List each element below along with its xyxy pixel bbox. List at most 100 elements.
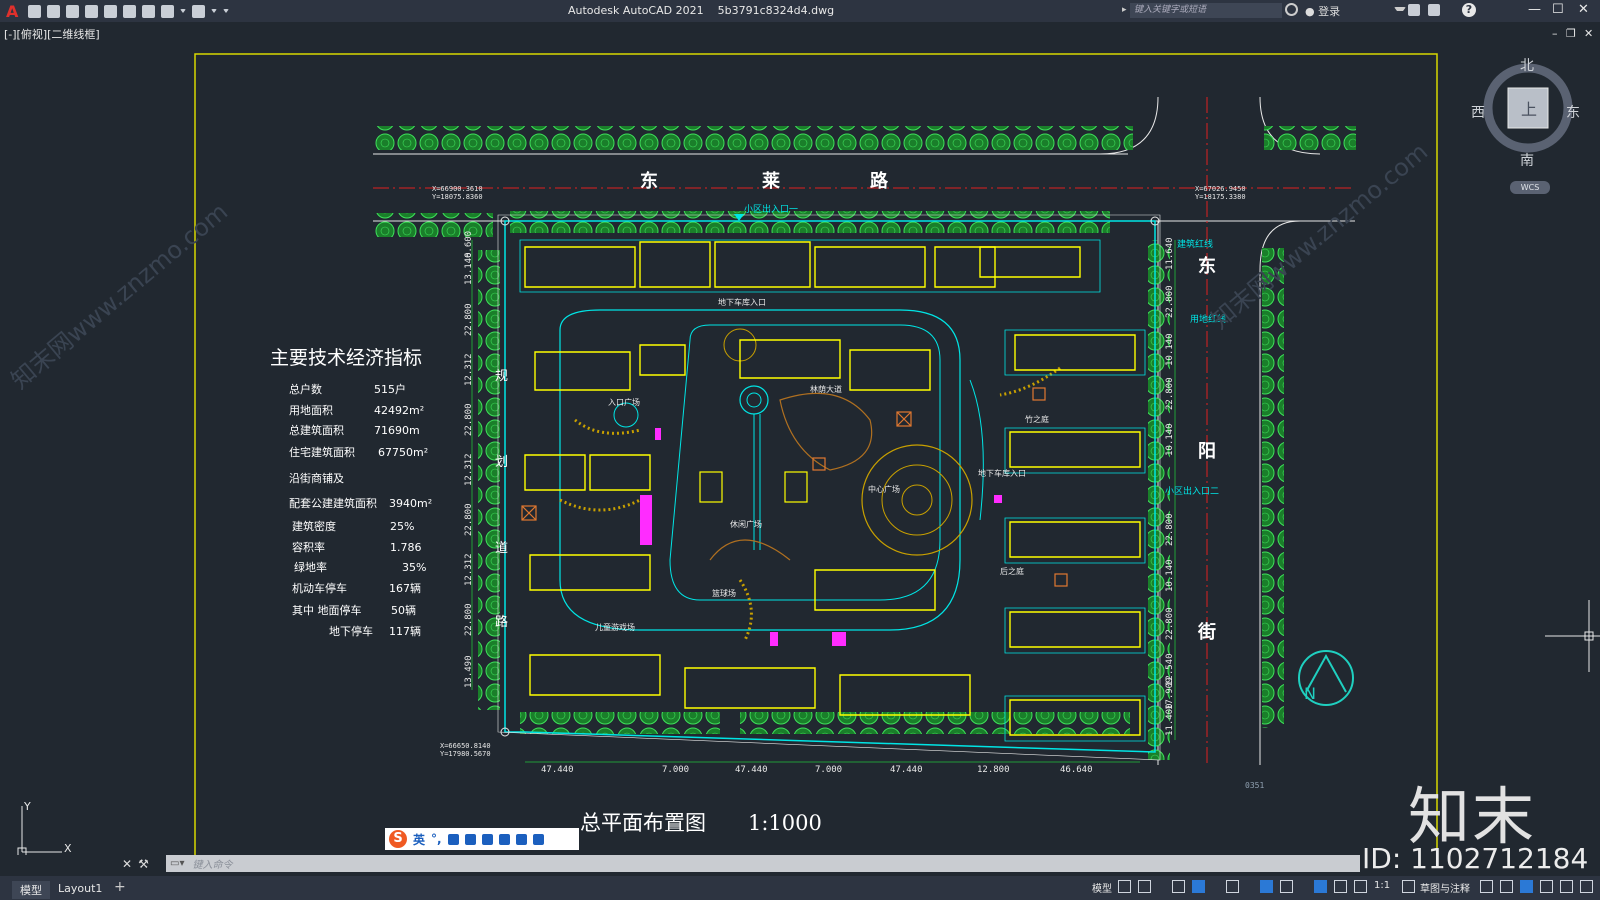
indicator-label-10: 其中 地面停车 [292, 603, 362, 617]
object-snap-icon[interactable] [1280, 880, 1293, 893]
viewcube-top-face[interactable]: 上 [1521, 100, 1537, 119]
compass-south[interactable]: 南 [1520, 150, 1534, 170]
ortho-icon[interactable] [1172, 880, 1185, 893]
dim-left-3: 12.312 [464, 353, 474, 386]
snap-icon[interactable] [1138, 880, 1151, 893]
inner-label-0: 地下车库入口 [718, 297, 766, 307]
minimize-button[interactable]: — [1528, 2, 1541, 17]
customization-icon[interactable] [1560, 880, 1573, 893]
grid-icon[interactable] [1118, 880, 1131, 893]
indicator-value-1: 42492m² [374, 404, 424, 417]
doc-close-button[interactable]: ✕ [1584, 27, 1593, 40]
sogou-logo-icon[interactable]: S [389, 830, 407, 848]
wcs-menu[interactable]: WCS [1510, 181, 1550, 194]
workspace-gear-icon[interactable] [1402, 880, 1415, 893]
a360-icon[interactable] [1428, 4, 1440, 16]
osnap-icon[interactable] [1260, 880, 1273, 893]
tab-layout1[interactable]: Layout1 [50, 881, 110, 896]
isolate-objects-icon[interactable] [1500, 880, 1513, 893]
doc-minimize-button[interactable]: – [1552, 27, 1558, 40]
indicator-label-7: 容积率 [292, 540, 325, 554]
microphone-icon[interactable] [464, 833, 476, 845]
redo-icon[interactable] [192, 4, 206, 18]
add-layout-icon[interactable]: + [114, 879, 126, 895]
indicator-label-6: 建筑密度 [292, 519, 336, 533]
plot-icon[interactable] [142, 4, 156, 18]
command-input[interactable]: 键入命令 [184, 856, 1360, 871]
search-icon[interactable] [1285, 3, 1298, 16]
polar-icon[interactable] [1192, 880, 1205, 893]
compass-east[interactable]: 东 [1566, 102, 1580, 122]
maximize-button[interactable]: ☐ [1552, 2, 1564, 17]
keyboard-icon[interactable] [481, 833, 493, 845]
indicator-label-5: 配套公建建筑面积 [289, 496, 377, 510]
login-button[interactable]: ● 登录 [1305, 3, 1340, 19]
open-icon[interactable] [47, 4, 61, 18]
ime-toolbar: S 英 °, [385, 828, 579, 850]
workspace-switch[interactable]: 草图与注释 [1420, 880, 1470, 895]
undo-dropdown-icon[interactable] [180, 9, 187, 13]
search-input[interactable]: 键入关键字或短语 [1130, 3, 1282, 18]
customize-toolbar-icon[interactable] [223, 9, 230, 13]
command-close-icon[interactable]: ✕ [122, 857, 132, 871]
save-web-icon[interactable] [123, 4, 137, 18]
dim-right-0: 11.640 [1165, 237, 1175, 270]
inner-label-2: 林荫大道 [810, 384, 842, 394]
dim-left-7: 12.312 [464, 553, 474, 586]
save-icon[interactable] [66, 4, 80, 18]
tab-model[interactable]: 模型 [12, 881, 50, 899]
site-boundary [504, 220, 1156, 753]
inner-label-5: 儿童游戏场 [595, 622, 635, 632]
dim-bottom-5: 12.800 [977, 765, 1010, 775]
toolbox-icon[interactable] [532, 833, 544, 845]
ime-lang-toggle[interactable]: 英 [413, 831, 425, 848]
road-left-char-0: 规 [495, 369, 508, 384]
help-icon[interactable]: ? [1462, 3, 1476, 17]
punctuation-icon[interactable]: °, [431, 832, 442, 846]
dim-right-6: 10.140 [1165, 559, 1175, 592]
markers [640, 428, 1002, 646]
dim-left-8: 22.800 [464, 603, 474, 636]
entrance-right-label: 小区出入口二 [1165, 485, 1219, 497]
window-title: Autodesk AutoCAD 2021 5b3791c8324d4.dwg [568, 4, 834, 17]
annotation-visibility-icon[interactable] [1314, 880, 1327, 893]
model-space-button[interactable]: 模型 [1092, 880, 1112, 895]
emoji-icon[interactable] [447, 833, 459, 845]
compass-west[interactable]: 西 [1471, 102, 1485, 122]
chevron-down-icon[interactable] [1394, 7, 1406, 17]
annotation-scale-icon[interactable] [1354, 880, 1367, 893]
auto-scale-icon[interactable] [1334, 880, 1347, 893]
doc-restore-button[interactable]: ❐ [1566, 27, 1576, 40]
scale-selector[interactable]: 1:1 [1374, 880, 1390, 894]
redo-dropdown-icon[interactable] [211, 9, 218, 13]
skin-icon[interactable] [515, 833, 527, 845]
indicator-label-11: 地下停车 [329, 624, 373, 638]
road-top-char-1: 莱 [762, 170, 780, 192]
compass-north[interactable]: 北 [1520, 55, 1534, 75]
undo-icon[interactable] [161, 4, 175, 18]
new-icon[interactable] [28, 4, 42, 18]
north-arrow-icon: N [1298, 650, 1354, 706]
cart-icon[interactable] [1408, 4, 1420, 16]
command-customize-icon[interactable]: ⚒ [138, 857, 149, 871]
plus-icon[interactable] [1480, 880, 1493, 893]
save-as-icon[interactable] [85, 4, 99, 18]
menu-icon[interactable] [1580, 880, 1593, 893]
hardware-acceleration-icon[interactable] [1520, 880, 1533, 893]
clean-screen-icon[interactable] [1540, 880, 1553, 893]
chevron-right-icon[interactable]: ▸ [1122, 5, 1127, 15]
isodraft-icon[interactable] [1226, 880, 1239, 893]
dim-left-4: 22.800 [464, 403, 474, 436]
open-web-icon[interactable] [104, 4, 118, 18]
dim-left-6: 22.800 [464, 503, 474, 536]
dim-left-5: 12.312 [464, 453, 474, 486]
crosshair-cursor [1545, 600, 1600, 672]
drawing-canvas[interactable]: 47.440 7.000 47.440 7.000 47.440 12.800 … [0, 40, 1600, 855]
inner-label-9: 入口广场 [608, 397, 640, 407]
road-left-char-1: 划 [495, 455, 508, 470]
autocad-logo[interactable]: A [6, 2, 18, 21]
command-prompt-icon[interactable]: ▭▾ [170, 858, 184, 869]
close-button[interactable]: ✕ [1578, 2, 1589, 17]
indicator-value-10: 50辆 [391, 603, 416, 617]
user-icon[interactable] [498, 833, 510, 845]
